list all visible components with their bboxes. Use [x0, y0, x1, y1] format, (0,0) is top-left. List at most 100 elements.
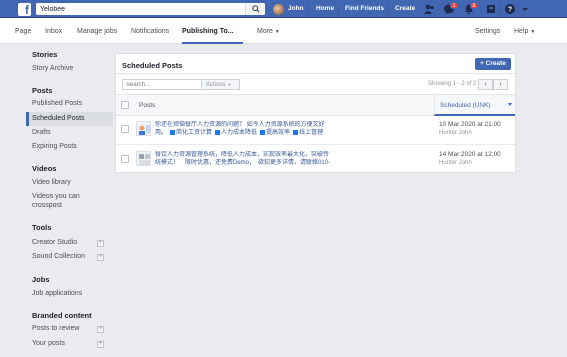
actions-label: Actions — [206, 82, 226, 88]
post-text-line: 餐饮人力资源管理系统，降低人力成本，实现效率最大化，突破传 — [155, 152, 330, 158]
row-checkbox[interactable] — [121, 155, 129, 163]
sidebar-item-job-applications[interactable]: Job applications — [32, 290, 82, 297]
caret-down-icon: ▼ — [227, 82, 232, 87]
table-row[interactable]: 你还在烦恼餐厅人力资源的问题？ 如今人力资源系统的方便又好 用。 简化工资计算 人力… — [116, 116, 515, 145]
post-text-line: 用。 简化工资计算 人力成本降低 提高效率 线上管理 — [155, 129, 324, 136]
post-thumbnail[interactable] — [136, 151, 151, 166]
scheduled-posts-panel: Scheduled Posts + Create Actions ▼ Showi… — [115, 53, 516, 173]
create-link[interactable]: Create — [395, 0, 415, 18]
column-header-posts[interactable]: Posts — [139, 102, 155, 109]
hashtag[interactable]: 线上管理 — [299, 130, 323, 136]
tab-notifications[interactable]: Notifications — [131, 18, 169, 44]
tab-help-label: Help — [514, 28, 529, 35]
hashtag-icon — [260, 129, 266, 135]
posts-search-input[interactable] — [123, 80, 193, 89]
hashtag-icon — [293, 129, 299, 135]
svg-text:?: ? — [508, 7, 512, 14]
column-header-scheduled[interactable]: Scheduled (UNK) — [434, 95, 515, 116]
search-input[interactable] — [36, 3, 246, 15]
search-box — [36, 3, 265, 15]
post-text-line: 统模式！ 限时优惠，还免费Demo， 欲知更多详情，请联络010- — [155, 160, 331, 166]
post-text[interactable]: 餐饮人力资源管理系统，降低人力成本，实现效率最大化，突破传 统模式！ 限时优惠，… — [155, 151, 343, 168]
sidebar-heading-videos: Videos — [32, 164, 57, 173]
external-link-icon: + — [97, 240, 104, 247]
divider — [308, 5, 309, 14]
chevron-right-icon: › — [499, 81, 502, 88]
caret-down-icon: ▼ — [274, 29, 280, 35]
post-thumbnail[interactable] — [136, 121, 151, 136]
hashtag-icon — [170, 129, 176, 135]
hashtag[interactable]: 提高效率 — [266, 130, 290, 136]
home-link[interactable]: Home — [316, 0, 334, 18]
results-count: Showing 1 - 2 of 2 — [428, 81, 477, 87]
sort-caret-icon — [508, 103, 512, 106]
actions-dropdown[interactable]: Actions ▼ — [201, 79, 240, 90]
sidebar-item-videos-crosspost[interactable]: Videos you can — [32, 193, 80, 200]
table-header: Posts Scheduled (UNK) — [116, 94, 515, 116]
find-friends-link[interactable]: Find Friends — [345, 0, 384, 18]
sidebar-item-creator-studio[interactable]: Creator Studio — [32, 239, 77, 246]
table-search — [122, 79, 212, 90]
external-link-icon: + — [97, 326, 104, 333]
avatar[interactable] — [273, 4, 284, 15]
messages-badge: 1 — [450, 2, 458, 9]
pages-icon[interactable] — [485, 3, 497, 15]
caret-down-icon: ▼ — [530, 29, 536, 35]
top-bar: f John Home Find Friends Create 1 8 ? — [0, 0, 567, 18]
sidebar-item-expiring-posts[interactable]: Expiring Posts — [32, 143, 77, 150]
sidebar-item-published-posts[interactable]: Published Posts — [32, 100, 82, 107]
create-post-button[interactable]: + Create — [475, 58, 511, 70]
sidebar-item-story-archive[interactable]: Story Archive — [32, 65, 73, 72]
sidebar-item-sound-collection[interactable]: Sound Collection — [32, 253, 85, 260]
post-image-icon — [137, 122, 150, 135]
post-author: Hunter John — [439, 160, 472, 166]
scheduled-time: 10 Mar 2020 at 21:00 — [439, 121, 501, 128]
next-page-button[interactable]: › — [493, 79, 508, 90]
notifications-badge: 8 — [470, 2, 478, 9]
tab-page[interactable]: Page — [15, 18, 31, 44]
sidebar-heading-branded-content: Branded content — [32, 311, 92, 320]
divider — [500, 5, 501, 14]
external-link-icon: + — [97, 341, 104, 348]
tab-publishing-tools[interactable]: Publishing To... — [182, 18, 243, 44]
post-image-icon — [137, 152, 150, 165]
select-all-checkbox[interactable] — [121, 101, 129, 109]
sidebar-heading-jobs: Jobs — [32, 275, 50, 284]
friend-requests-icon[interactable] — [423, 3, 435, 15]
divider — [116, 73, 515, 74]
page-nav: Page Inbox Manage jobs Notifications Pub… — [0, 18, 567, 44]
tab-inbox[interactable]: Inbox — [45, 18, 62, 44]
column-header-scheduled-label: Scheduled (UNK) — [440, 102, 491, 109]
scheduled-time: 14 Mar 2020 at 12:00 — [439, 151, 501, 158]
tab-settings[interactable]: Settings — [475, 18, 500, 44]
sidebar-item-drafts[interactable]: Drafts — [32, 129, 51, 136]
previous-page-button[interactable]: ‹ — [478, 79, 493, 90]
sidebar-heading-tools: Tools — [32, 223, 52, 232]
facebook-logo-icon[interactable]: f — [18, 3, 31, 16]
tab-more[interactable]: More ▼ — [257, 18, 280, 44]
sidebar-item-your-posts[interactable]: Your posts — [32, 340, 65, 347]
search-button[interactable] — [245, 3, 265, 15]
sidebar-item-posts-to-review[interactable]: Posts to review — [32, 325, 79, 332]
sidebar-item-video-library[interactable]: Video library — [32, 179, 71, 186]
post-text[interactable]: 你还在烦恼餐厅人力资源的问题？ 如今人力资源系统的方便又好 用。 简化工资计算 人力… — [155, 121, 343, 138]
post-author: Hunter John — [439, 130, 472, 136]
sidebar-heading-posts: Posts — [32, 86, 53, 95]
post-text-line: 你还在烦恼餐厅人力资源的问题？ 如今人力资源系统的方便又好 — [155, 122, 325, 128]
help-icon[interactable]: ? — [504, 3, 516, 15]
divider — [338, 5, 339, 14]
search-icon — [252, 5, 260, 13]
row-checkbox[interactable] — [121, 125, 129, 133]
external-link-icon: + — [97, 254, 104, 261]
tab-help[interactable]: Help ▼ — [514, 18, 535, 44]
panel-title: Scheduled Posts — [122, 61, 183, 70]
account-menu-icon[interactable] — [519, 3, 531, 15]
sidebar-item-videos-crosspost-line2[interactable]: crosspost — [32, 202, 62, 209]
sidebar-item-scheduled-posts[interactable]: Scheduled Posts — [32, 115, 85, 122]
divider — [388, 5, 389, 14]
hashtag[interactable]: 简化工资计算 — [176, 130, 212, 136]
table-row[interactable]: 餐饮人力资源管理系统，降低人力成本，实现效率最大化，突破传 统模式！ 限时优惠，… — [116, 146, 515, 175]
hashtag[interactable]: 人力成本降低 — [221, 130, 257, 136]
profile-link[interactable]: John — [288, 0, 304, 18]
tab-manage-jobs[interactable]: Manage jobs — [77, 18, 117, 44]
